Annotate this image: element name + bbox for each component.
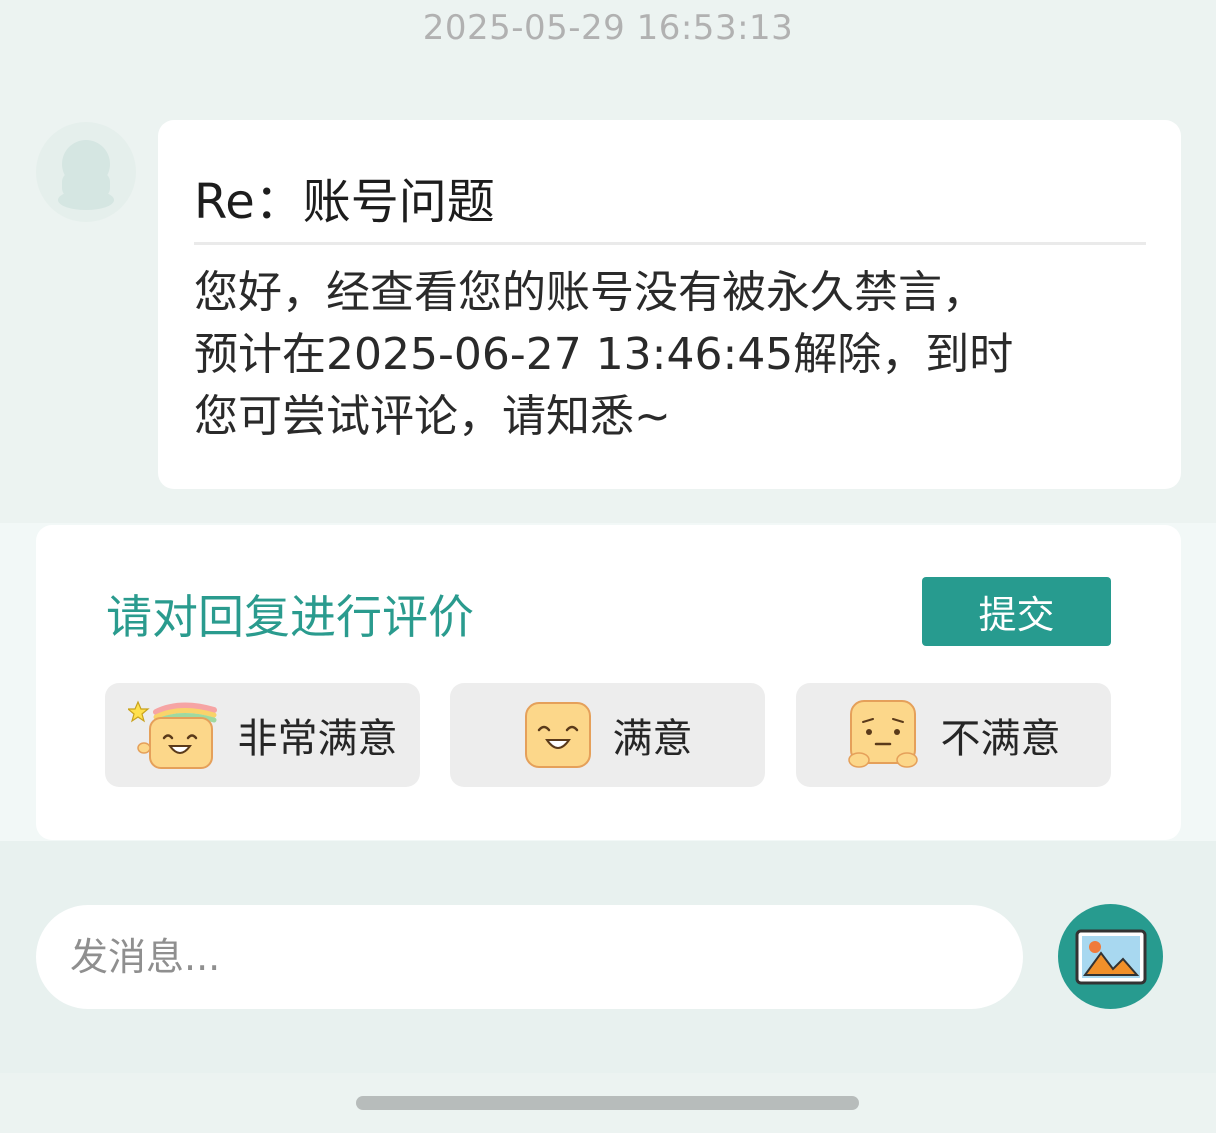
home-indicator[interactable]: [356, 1096, 859, 1110]
rating-heading: 请对回复进行评价: [106, 590, 474, 644]
image-picture-icon: [1075, 929, 1146, 984]
message-bubble: Re：账号问题 您好，经查看您的账号没有被永久禁言， 预计在2025-06-27…: [158, 120, 1181, 489]
message-body-line: 预计在2025-06-27 13:46:45解除，到时: [194, 329, 1014, 380]
person-avatar-icon: [58, 140, 114, 210]
message-timestamp: 2025-05-29 16:53:13: [422, 8, 794, 48]
rating-option-label: 不满意: [940, 716, 1061, 762]
message-body: 您好，经查看您的账号没有被永久禁言， 预计在2025-06-27 13:46:4…: [194, 262, 1164, 448]
avatar[interactable]: [36, 122, 136, 222]
very-satisfied-emoji-icon: [127, 700, 217, 769]
message-input[interactable]: [36, 905, 1023, 1009]
rating-option-label: 非常满意: [237, 716, 398, 762]
rating-option-very-satisfied[interactable]: 非常满意: [105, 683, 420, 787]
rating-card: 请对回复进行评价 提交 非常满意 满意 不满意: [36, 525, 1181, 840]
message-title: Re：账号问题: [194, 174, 495, 230]
message-body-line: 您可尝试评论，请知悉~: [194, 391, 671, 442]
image-upload-button[interactable]: [1058, 904, 1163, 1009]
rating-option-label: 满意: [612, 716, 693, 762]
title-divider: [194, 242, 1146, 245]
dissatisfied-emoji-icon: [847, 700, 918, 768]
rating-option-satisfied[interactable]: 满意: [450, 683, 765, 787]
message-body-line: 您好，经查看您的账号没有被永久禁言，: [194, 267, 986, 318]
rating-option-dissatisfied[interactable]: 不满意: [796, 683, 1111, 787]
submit-button[interactable]: 提交: [922, 577, 1111, 646]
satisfied-emoji-icon: [524, 702, 591, 768]
